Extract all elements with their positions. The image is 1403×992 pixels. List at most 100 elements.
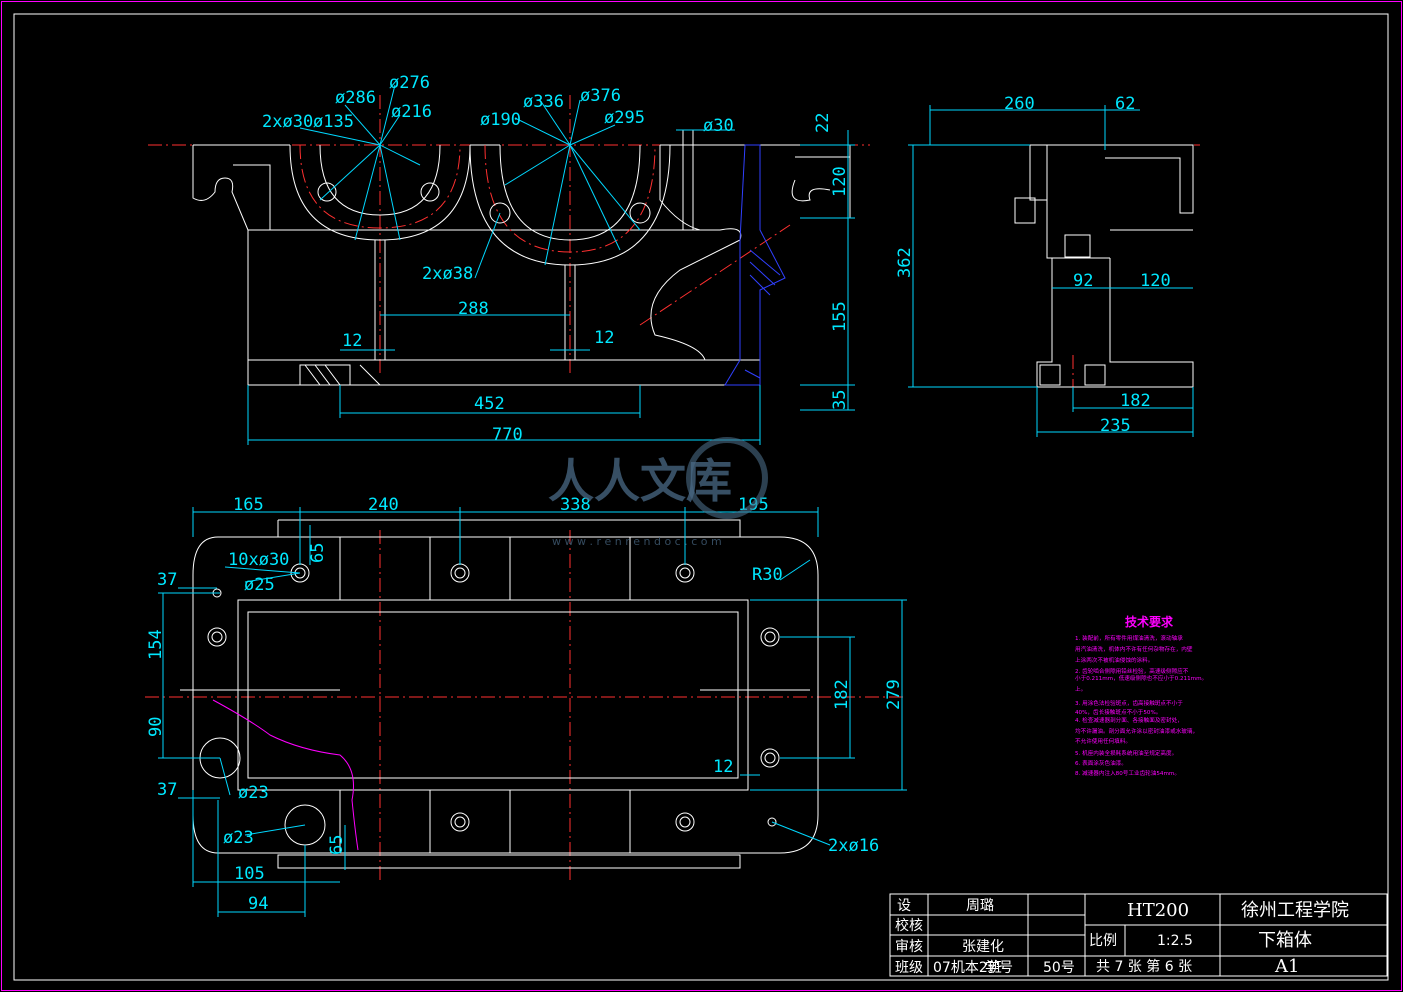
dim-d376: ø376 [580,86,621,106]
top-view: 165 240 338 195 10xø30 65 ø25 37 154 90 … [145,495,907,917]
side-slot-left [1039,364,1061,386]
student-no-label: 学号 [985,960,1013,976]
dim-d12b: 12 [594,328,614,348]
front-body-outline [192,145,761,386]
dim-d10x30: 10xø30 [228,550,289,570]
tech-line-14: 8. 减速器内注入80号工业齿轮油54mm。 [1075,769,1180,777]
tech-title: 技术要求 [1125,614,1174,629]
tech-line-9: 4. 检查减速器剖分面、各接触面及密封处， [1075,716,1183,724]
front-dimension-lines [247,84,855,445]
dim-dR30: R30 [752,565,783,585]
side-inner-lines [1046,145,1193,289]
dim-d2x38: 2xø38 [422,264,473,284]
side-drain-plug [1064,234,1091,258]
tech-line-13: 6. 表面涂灰色油漆。 [1075,759,1127,767]
front-oil-boss [650,145,742,361]
dim-d25: ø25 [244,575,275,595]
tech-line-1: 1. 装配前，所有零件用煤油清洗，滚动轴承 [1075,634,1183,642]
top-inner-cavity-2 [247,611,739,779]
bearing2-hole-right [629,202,651,224]
watermark-text: 人人文库 [548,454,732,508]
review-label: 审核 [895,939,923,955]
student-no: 50号 [1043,960,1075,976]
dim-d216: ø216 [391,102,432,122]
side-outline [1029,144,1194,388]
front-view: ø286 ø276 ø216 2xø30 ø135 ø336 ø376 ø190… [148,73,870,445]
side-boss [1014,197,1036,224]
design-label: 设 [897,898,911,914]
sheet-size: A1 [1274,956,1299,977]
dim-d154: 154 [146,629,166,660]
design-name: 周璐 [966,898,994,914]
scale-value: 1:2.5 [1157,933,1193,949]
dim-d12a: 12 [342,331,362,351]
dim-d37a: 37 [157,570,177,590]
dim-d770: 770 [492,425,523,445]
dim-d105: 105 [234,864,265,884]
base-curve [359,364,381,386]
dim-d452: 452 [474,394,505,414]
title-block: 设 周璐 校核 审核 张建化 班级 07机本2班 学号 50号 HT200 比例… [889,893,1388,977]
check-label: 校核 [895,917,923,934]
dim-d276: ø276 [389,73,430,93]
drain-centerline [639,224,791,326]
scale-label: 比例 [1089,933,1117,949]
top-inner-cavity [237,599,749,791]
dim-d286: ø286 [335,88,376,108]
top-flange-outline [192,536,819,854]
front-section-cut [724,144,786,386]
dim-d362: 362 [895,247,915,278]
material: HT200 [1127,900,1189,921]
dim-d2x30: 2xø30 [262,112,313,132]
dim-d62: 62 [1115,94,1135,114]
dim-d279: 279 [884,679,904,710]
dim-d65b: 65 [327,835,347,855]
dim-d190: ø190 [480,110,521,130]
top-edges [277,519,741,869]
dim-d165: 165 [233,495,264,515]
drawing-canvas: ø286 ø276 ø216 2xø30 ø135 ø336 ø376 ø190… [1,1,1402,991]
bearing1-hole-right [420,182,440,202]
section-hatch [744,249,781,379]
dim-d336: ø336 [523,92,564,112]
dim-d288: 288 [458,299,489,319]
tech-line-10: 均不许漏油。剖分面允许涂以密封油漆或水玻璃， [1075,727,1198,735]
class-label: 班级 [895,960,923,976]
tech-line-5: 小于0.211mm，低速级侧隙也不应小于0.211mm。 [1075,674,1207,682]
dim-d35: 35 [830,390,850,410]
tech-line-6: 上。 [1075,685,1086,693]
watermark-url: w w w . r e n r e n d o c . c o m [552,535,722,548]
watermark: 人人文库 w w w . r e n r e n d o c . c o m [548,437,768,548]
part-name: 下箱体 [1258,930,1312,951]
dim-d182a: 182 [1120,391,1151,411]
tech-line-11: 不允许使用任何填料。 [1075,737,1131,745]
sheet-info: 共 7 张 第 6 张 [1096,958,1192,975]
side-view: 260 62 362 92 120 182 235 [895,94,1200,437]
dim-d90: 90 [146,717,166,737]
technical-requirements: 技术要求 1. 装配前，所有零件用煤油清洗，滚动轴承 用汽油清洗，机体内不许有任… [1075,614,1207,777]
review-name: 张建化 [962,939,1004,955]
dim-d260: 260 [1004,94,1035,114]
dim-d92: 92 [1073,271,1093,291]
dim-d295: ø295 [604,108,645,128]
side-slot-right [1084,364,1106,386]
dim-d120a: 120 [830,166,850,197]
tech-line-3: 上涂两次不被机油侵蚀的涂料。 [1075,656,1153,664]
tech-line-4: 2. 齿轮啮合侧隙用铅丝检验，高速级侧隙应不 [1075,667,1189,675]
top-rib-lines [339,537,631,853]
tech-line-2: 用汽油清洗，机体内不许有任何杂物存在，内壁 [1075,645,1193,653]
dim-d94: 94 [248,894,268,914]
tech-line-12: 5. 机座内装全损耗系统用油至规定高度。 [1075,749,1177,757]
dim-d23a: ø23 [238,783,269,803]
tech-line-8: 40%，齿长接触斑点不小于50%。 [1075,708,1161,716]
dim-d120b: 120 [1140,271,1171,291]
tech-line-7: 3. 用涂色法检验斑点，齿高接触斑点不小于 [1075,699,1183,707]
base-slot-hatch [304,364,341,386]
dim-d65a: 65 [308,543,328,563]
dim-d30: ø30 [703,116,734,136]
dim-d135: ø135 [313,112,354,132]
dim-d37b: 37 [157,780,177,800]
dim-d235: 235 [1100,416,1131,436]
dim-d155: 155 [830,301,850,332]
dim-d23b: ø23 [223,828,254,848]
